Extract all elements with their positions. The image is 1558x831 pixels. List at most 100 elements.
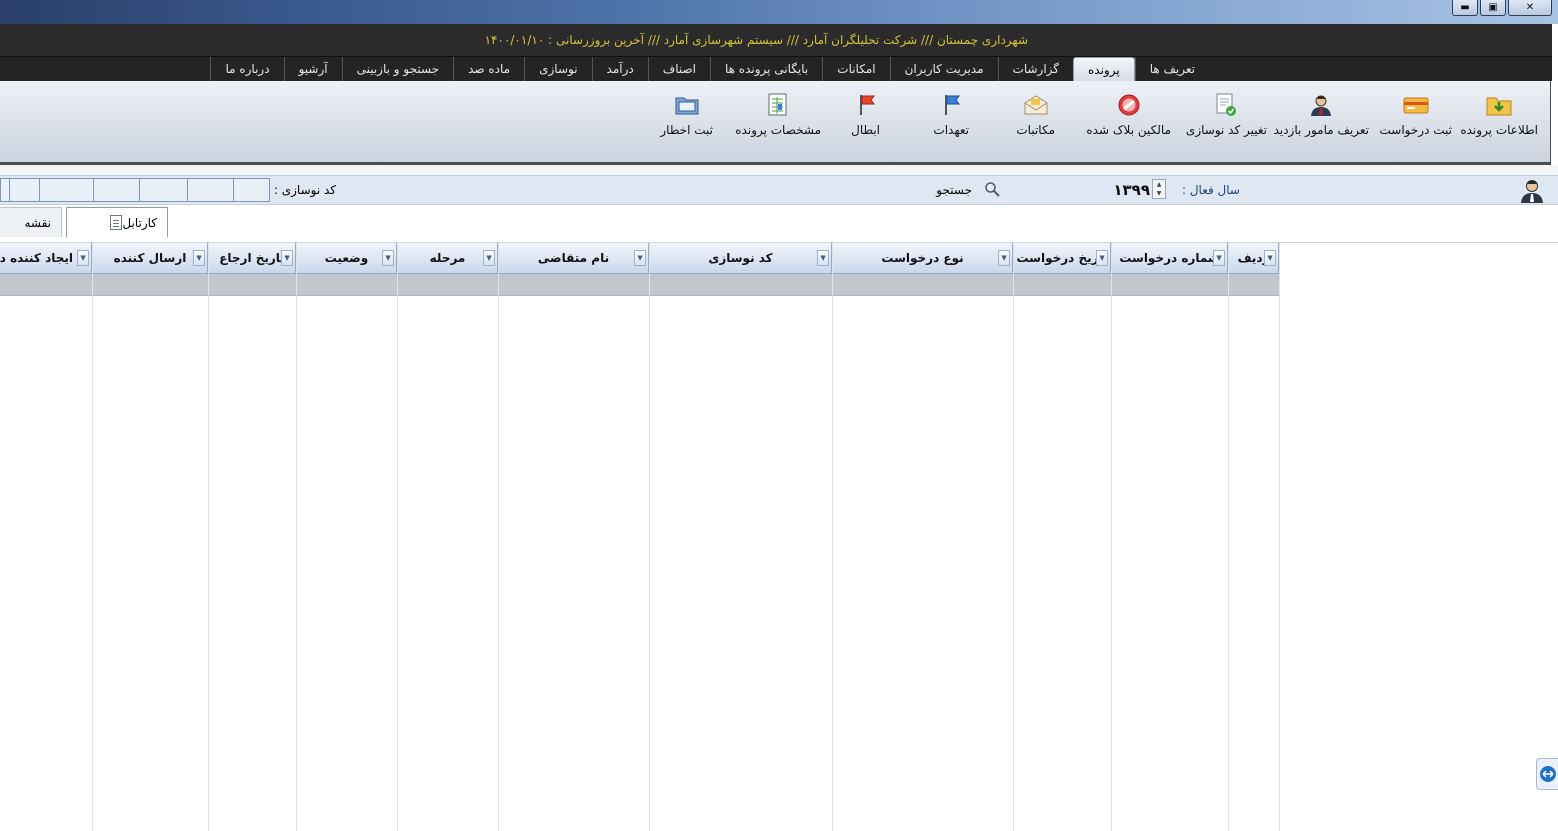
filter-dropdown-icon[interactable]: ▼ bbox=[1213, 250, 1225, 266]
column-header-status[interactable]: وضعیت ▼ bbox=[297, 243, 397, 274]
spreadsheet-icon bbox=[764, 93, 792, 117]
table-row[interactable] bbox=[650, 274, 832, 296]
column-header-label: نوع درخواست bbox=[881, 251, 964, 265]
code-cell[interactable] bbox=[188, 178, 234, 202]
filter-dropdown-icon[interactable]: ▼ bbox=[998, 250, 1010, 266]
column-header-row-number[interactable]: ردیف ▼ bbox=[1229, 243, 1279, 274]
filter-dropdown-icon[interactable]: ▼ bbox=[634, 250, 646, 266]
register-request-label: ثبت درخواست bbox=[1379, 123, 1453, 137]
define-inspector-label: تعریف مامور بازدید bbox=[1273, 123, 1369, 137]
requests-grid: ردیف ▼ شماره درخواست ▼ تاریخ درخواست ▼ نوع … bbox=[0, 243, 1280, 831]
column-header-referral-date[interactable]: تاریخ ارجاع ▼ bbox=[209, 243, 296, 274]
grid-column: مرحله ▼ bbox=[398, 243, 499, 831]
tab-about-us[interactable]: درباره ما bbox=[210, 57, 283, 81]
grid-column: نام متقاضی ▼ bbox=[499, 243, 650, 831]
change-renovation-code-button[interactable]: تغییر کد نوسازی bbox=[1186, 93, 1267, 137]
code-cell[interactable] bbox=[10, 178, 40, 202]
table-row[interactable] bbox=[209, 274, 296, 296]
grid-column: وضعیت ▼ bbox=[297, 243, 398, 831]
column-header-stage[interactable]: مرحله ▼ bbox=[398, 243, 498, 274]
block-icon bbox=[1115, 93, 1143, 117]
tab-file-archive[interactable]: بایگانی پرونده ها bbox=[710, 57, 822, 81]
code-cell[interactable] bbox=[94, 178, 140, 202]
table-row[interactable] bbox=[833, 274, 1013, 296]
cancellation-button[interactable]: ابطال bbox=[851, 93, 880, 137]
code-cell[interactable] bbox=[40, 178, 94, 202]
year-spinner[interactable]: ▲ ▼ bbox=[1152, 179, 1166, 199]
minimize-button[interactable]: ▬ bbox=[1452, 0, 1478, 16]
tab-article-100[interactable]: ماده صد bbox=[453, 57, 524, 81]
tab-renovation[interactable]: نوسازی bbox=[524, 57, 591, 81]
tab-map[interactable]: نقشه bbox=[0, 207, 62, 237]
search-button[interactable]: جستجو bbox=[936, 183, 972, 197]
table-row[interactable] bbox=[93, 274, 208, 296]
tab-archive[interactable]: آرشیو bbox=[283, 57, 342, 81]
filter-dropdown-icon[interactable]: ▼ bbox=[1264, 250, 1276, 266]
filter-dropdown-icon[interactable]: ▼ bbox=[281, 250, 293, 266]
blue-flag-icon bbox=[937, 93, 965, 117]
blocked-owners-button[interactable]: مالکین بلاک شده bbox=[1086, 93, 1171, 137]
tab-income[interactable]: درآمد bbox=[591, 57, 648, 81]
table-row[interactable] bbox=[499, 274, 649, 296]
tab-definitions[interactable]: تعریف ها bbox=[1134, 57, 1209, 81]
correspondence-button[interactable]: مکاتبات bbox=[1016, 93, 1055, 137]
column-header-request-date[interactable]: تاریخ درخواست ▼ bbox=[1014, 243, 1111, 274]
cancellation-label: ابطال bbox=[851, 123, 880, 137]
filter-dropdown-icon[interactable]: ▼ bbox=[1096, 250, 1108, 266]
table-row[interactable] bbox=[0, 274, 92, 296]
folder-download-icon bbox=[1485, 93, 1513, 117]
active-year-value[interactable]: ۱۳۹۹ bbox=[1113, 181, 1150, 199]
maximize-button[interactable]: ▣ bbox=[1480, 0, 1506, 16]
register-warning-label: ثبت اخطار bbox=[660, 123, 713, 137]
column-header-label: نام متقاضی bbox=[537, 251, 610, 265]
search-icon[interactable] bbox=[984, 181, 1000, 197]
table-row[interactable] bbox=[398, 274, 498, 296]
user-icon[interactable] bbox=[1520, 178, 1544, 204]
tab-facilities[interactable]: امکانات bbox=[822, 57, 889, 81]
renovation-code-input[interactable] bbox=[0, 178, 270, 202]
filter-dropdown-icon[interactable]: ▼ bbox=[382, 250, 394, 266]
column-header-applicant-name[interactable]: نام متقاضی ▼ bbox=[499, 243, 649, 274]
filter-dropdown-icon[interactable]: ▼ bbox=[483, 250, 495, 266]
tab-file[interactable]: پرونده bbox=[1073, 57, 1135, 81]
column-header-renovation-code[interactable]: کد نوسازی ▼ bbox=[650, 243, 832, 274]
define-inspector-button[interactable]: تعریف مامور بازدید bbox=[1274, 93, 1369, 137]
tab-cartable[interactable]: کارتابل bbox=[66, 207, 168, 237]
grid-column: تاریخ درخواست ▼ bbox=[1014, 243, 1112, 831]
close-button[interactable]: ✕ bbox=[1508, 0, 1552, 16]
menu-tab-strip: تعریف ها پرونده گزارشات مدیریت کاربران ا… bbox=[0, 57, 1552, 81]
code-cell[interactable] bbox=[0, 178, 10, 202]
table-row[interactable] bbox=[1229, 274, 1279, 296]
code-cell[interactable] bbox=[234, 178, 270, 202]
register-request-button[interactable]: ثبت درخواست bbox=[1379, 93, 1453, 137]
window-title-bar: ▬ ▣ ✕ bbox=[0, 0, 1558, 24]
file-specifications-button[interactable]: مشخصات پرونده bbox=[735, 93, 821, 137]
code-cell[interactable] bbox=[140, 178, 188, 202]
tab-reports[interactable]: گزارشات bbox=[997, 57, 1073, 81]
column-header-sender[interactable]: ارسال کننده ▼ bbox=[93, 243, 208, 274]
document-icon bbox=[110, 215, 123, 230]
grid-column: ارسال کننده ▼ bbox=[93, 243, 209, 831]
table-row[interactable] bbox=[1014, 274, 1111, 296]
filter-dropdown-icon[interactable]: ▼ bbox=[193, 250, 205, 266]
tab-search-review[interactable]: جستجو و بازبینی bbox=[341, 57, 454, 81]
filter-dropdown-icon[interactable]: ▼ bbox=[817, 250, 829, 266]
commitments-button[interactable]: تعهدات bbox=[933, 93, 969, 137]
file-info-button[interactable]: اطلاعات پرونده bbox=[1460, 93, 1538, 137]
remote-support-widget[interactable] bbox=[1536, 758, 1558, 790]
grid-column: ردیف ▼ bbox=[1229, 243, 1280, 831]
filter-dropdown-icon[interactable]: ▼ bbox=[77, 250, 89, 266]
column-header-request-type[interactable]: نوع درخواست ▼ bbox=[833, 243, 1013, 274]
tab-user-management[interactable]: مدیریت کاربران bbox=[889, 57, 998, 81]
column-header-label: کد نوسازی bbox=[708, 251, 773, 265]
grid-column: شماره درخواست ▼ bbox=[1112, 243, 1229, 831]
active-year-label: سال فعال : bbox=[1181, 183, 1240, 197]
tab-guilds[interactable]: اصناف bbox=[647, 57, 710, 81]
table-row[interactable] bbox=[297, 274, 397, 296]
card-icon bbox=[1402, 93, 1430, 117]
column-header-request-creator[interactable]: ایجاد کننده درخواست ▼ bbox=[0, 243, 92, 274]
column-header-request-number[interactable]: شماره درخواست ▼ bbox=[1112, 243, 1228, 274]
register-warning-button[interactable]: ثبت اخطار bbox=[660, 93, 713, 137]
table-row[interactable] bbox=[1112, 274, 1228, 296]
info-bar: شهرداری چمستان /// شرکت تحلیلگران آمارد … bbox=[0, 24, 1552, 57]
